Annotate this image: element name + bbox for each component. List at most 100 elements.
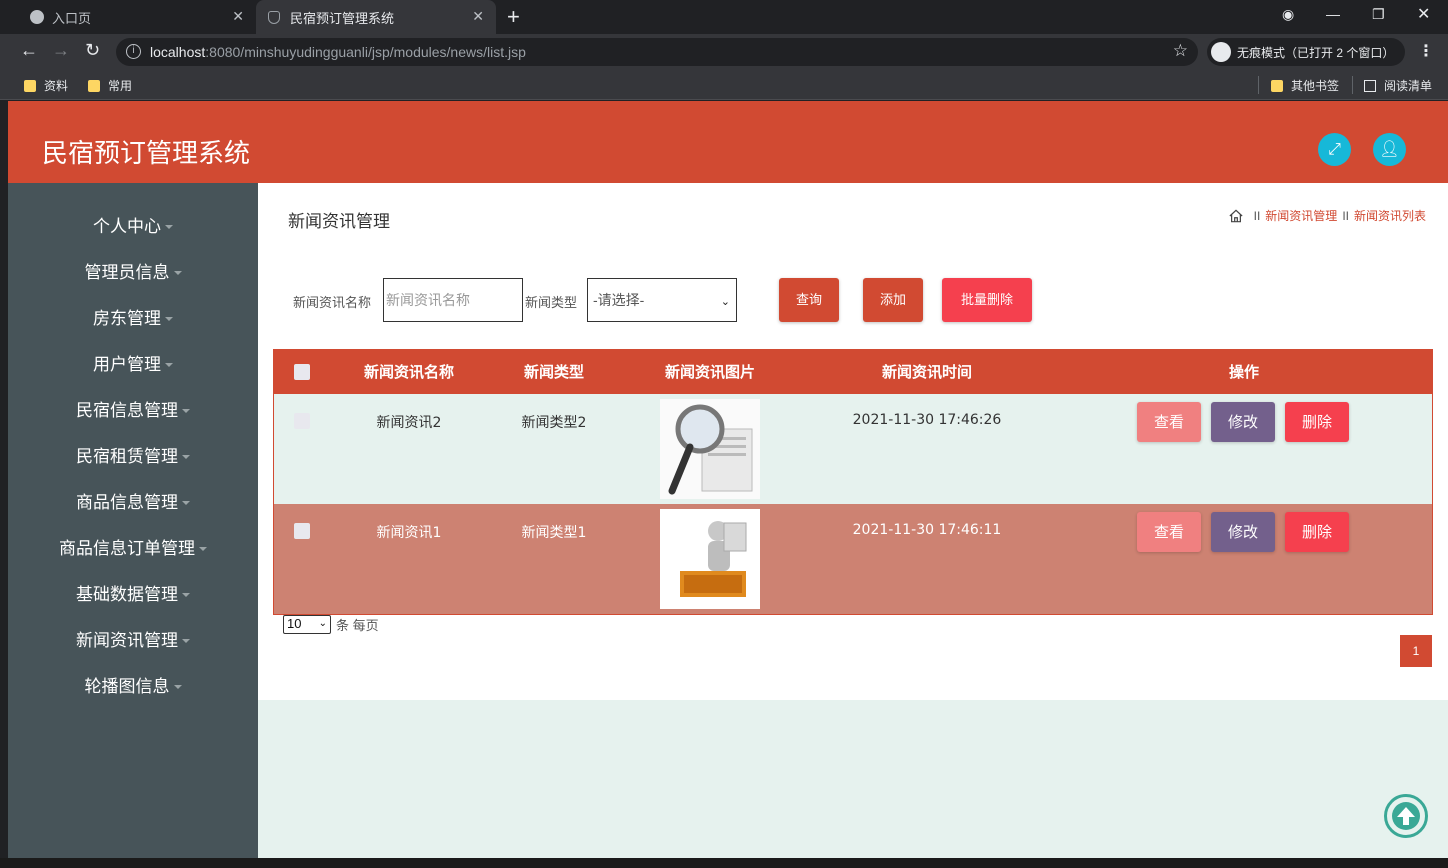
app-header: 民宿预订管理系统 ⤢ 👤︎: [8, 101, 1448, 183]
query-button[interactable]: 查询: [779, 278, 839, 322]
sidebar-item-product-orders[interactable]: 商品信息订单管理: [8, 526, 258, 572]
reload-button[interactable]: ↻: [85, 40, 100, 61]
browser-menu-icon[interactable]: ⋮: [1418, 41, 1434, 61]
bookmark-label: 阅读清单: [1384, 79, 1433, 93]
sidebar-item-label: 商品信息订单管理: [59, 539, 195, 559]
bookmark-folder[interactable]: 资料: [24, 77, 68, 94]
header-news-time[interactable]: 新闻资讯时间: [847, 350, 1007, 394]
cell-news-type: 新闻类型1: [521, 525, 587, 541]
url-field[interactable]: i localhost:8080/minshuyudingguanli/jsp/…: [116, 38, 1198, 66]
other-bookmarks[interactable]: 其他书签: [1271, 77, 1339, 94]
caret-down-icon: [165, 225, 173, 229]
batch-delete-button[interactable]: 批量删除: [942, 278, 1032, 322]
page-size-value: 10: [287, 616, 302, 631]
chevron-down-icon: ⌄: [720, 296, 730, 308]
cell-news-time: 2021-11-30 17:46:26: [852, 412, 1002, 428]
news-figure-image: [660, 509, 760, 609]
bookmark-star-icon[interactable]: ☆: [1173, 41, 1188, 61]
breadcrumb-separator: II: [1253, 208, 1261, 223]
search-form: 新闻资讯名称 新闻类型 -请选择- ⌄ 查询 添加 批量删除: [258, 278, 1448, 324]
name-label: 新闻资讯名称: [293, 295, 372, 310]
sidebar-item-homestay-rental[interactable]: 民宿租赁管理: [8, 434, 258, 480]
delete-button[interactable]: 删除: [1285, 402, 1349, 442]
cell-news-name: 新闻资讯1: [376, 525, 442, 541]
app-title: 民宿预订管理系统: [42, 139, 251, 169]
cell-news-type: 新闻类型2: [521, 415, 587, 431]
sidebar-item-news[interactable]: 新闻资讯管理: [8, 618, 258, 664]
sidebar-item-label: 民宿租赁管理: [76, 447, 178, 467]
forward-button[interactable]: →: [52, 40, 70, 61]
table-row: 新闻资讯2 新闻类型2 2021-11-30 17:46:26 查看 修改 删除: [274, 394, 1432, 504]
reading-list[interactable]: 阅读清单: [1364, 77, 1432, 94]
sidebar-item-homestay-info[interactable]: 民宿信息管理: [8, 388, 258, 434]
minimize-button[interactable]: —: [1326, 6, 1340, 22]
folder-icon: [1271, 79, 1283, 92]
news-magnifier-image: [660, 399, 760, 499]
sidebar-item-label: 管理员信息: [84, 263, 170, 283]
page-number-button[interactable]: 1: [1400, 635, 1432, 667]
row-checkbox[interactable]: [294, 413, 310, 429]
edit-button[interactable]: 修改: [1211, 512, 1275, 552]
sidebar-item-carousel[interactable]: 轮播图信息: [8, 664, 258, 710]
info-icon[interactable]: i: [126, 44, 141, 59]
sidebar-item-base-data[interactable]: 基础数据管理: [8, 572, 258, 618]
view-button[interactable]: 查看: [1137, 402, 1201, 442]
breadcrumb-item[interactable]: 新闻资讯列表: [1354, 207, 1426, 224]
select-all-checkbox[interactable]: [294, 364, 310, 380]
close-icon[interactable]: ✕: [232, 8, 244, 25]
sidebar-item-landlord[interactable]: 房东管理: [8, 296, 258, 342]
news-type-select[interactable]: -请选择- ⌄: [587, 278, 737, 322]
sidebar-item-users[interactable]: 用户管理: [8, 342, 258, 388]
type-label: 新闻类型: [525, 295, 578, 310]
sidebar-item-label: 用户管理: [93, 355, 161, 375]
header-news-type[interactable]: 新闻类型: [494, 350, 614, 394]
row-checkbox[interactable]: [294, 523, 310, 539]
header-news-image: 新闻资讯图片: [664, 363, 755, 381]
url-host: localhost: [150, 44, 206, 60]
caret-down-icon: [165, 317, 173, 321]
edit-button[interactable]: 修改: [1211, 402, 1275, 442]
view-button[interactable]: 查看: [1137, 512, 1201, 552]
cell-news-time: 2021-11-30 17:46:11: [852, 522, 1002, 538]
breadcrumb-separator: II: [1342, 208, 1349, 223]
chevron-down-icon: ⌄: [318, 618, 327, 629]
bookmark-folder[interactable]: 常用: [88, 77, 132, 94]
tab-search-icon[interactable]: ◉: [1282, 6, 1294, 23]
incognito-icon: [1211, 42, 1231, 62]
page-size-select[interactable]: 10 ⌄: [283, 615, 331, 634]
home-icon[interactable]: [1229, 208, 1243, 223]
news-type-selected: -请选择-: [593, 292, 645, 308]
sidebar-item-label: 基础数据管理: [76, 585, 178, 605]
delete-button[interactable]: 删除: [1285, 512, 1349, 552]
cell-news-name: 新闻资讯2: [376, 415, 442, 431]
new-tab-button[interactable]: +: [507, 4, 520, 30]
browser-tab-entry[interactable]: 入口页 ✕: [8, 0, 256, 34]
sidebar-item-personal-center[interactable]: 个人中心: [8, 204, 258, 250]
restore-button[interactable]: ❐: [1372, 6, 1385, 23]
window-close-button[interactable]: ✕: [1417, 4, 1430, 24]
browser-tab-active[interactable]: 民宿预订管理系统 ✕: [256, 0, 496, 34]
caret-down-icon: [182, 455, 190, 459]
incognito-badge[interactable]: 无痕模式（已打开 2 个窗口）: [1207, 38, 1405, 66]
close-icon[interactable]: ✕: [472, 8, 484, 25]
user-icon[interactable]: 👤︎: [1373, 133, 1406, 166]
sidebar-item-label: 新闻资讯管理: [76, 631, 178, 651]
back-button[interactable]: ←: [20, 40, 38, 61]
table-header: 新闻资讯名称 新闻类型 新闻资讯图片 新闻资讯时间 操作: [274, 350, 1432, 394]
page-viewport: 民宿预订管理系统 ⤢ 👤︎ 个人中心 管理员信息 房东管理 用户管理 民宿信息管…: [8, 101, 1448, 858]
header-news-name[interactable]: 新闻资讯名称: [344, 350, 474, 394]
add-button[interactable]: 添加: [863, 278, 923, 322]
table-row: 新闻资讯1 新闻类型1 2021-11-30 17:46:11 查看 修改 删除: [274, 504, 1432, 614]
reading-list-icon: [1364, 79, 1376, 92]
back-to-top-button[interactable]: [1384, 794, 1428, 838]
sidebar-item-label: 个人中心: [93, 217, 161, 237]
tab-label: 民宿预订管理系统: [290, 10, 395, 26]
sidebar-item-product-info[interactable]: 商品信息管理: [8, 480, 258, 526]
breadcrumb-item[interactable]: 新闻资讯管理: [1265, 207, 1337, 224]
caret-down-icon: [182, 639, 190, 643]
incognito-label: 无痕模式（已打开 2 个窗口）: [1237, 45, 1395, 60]
fullscreen-icon[interactable]: ⤢: [1318, 133, 1351, 166]
news-name-input[interactable]: [383, 278, 523, 322]
sidebar-item-admin[interactable]: 管理员信息: [8, 250, 258, 296]
url-path: :8080/minshuyudingguanli/jsp/modules/new…: [205, 44, 526, 60]
